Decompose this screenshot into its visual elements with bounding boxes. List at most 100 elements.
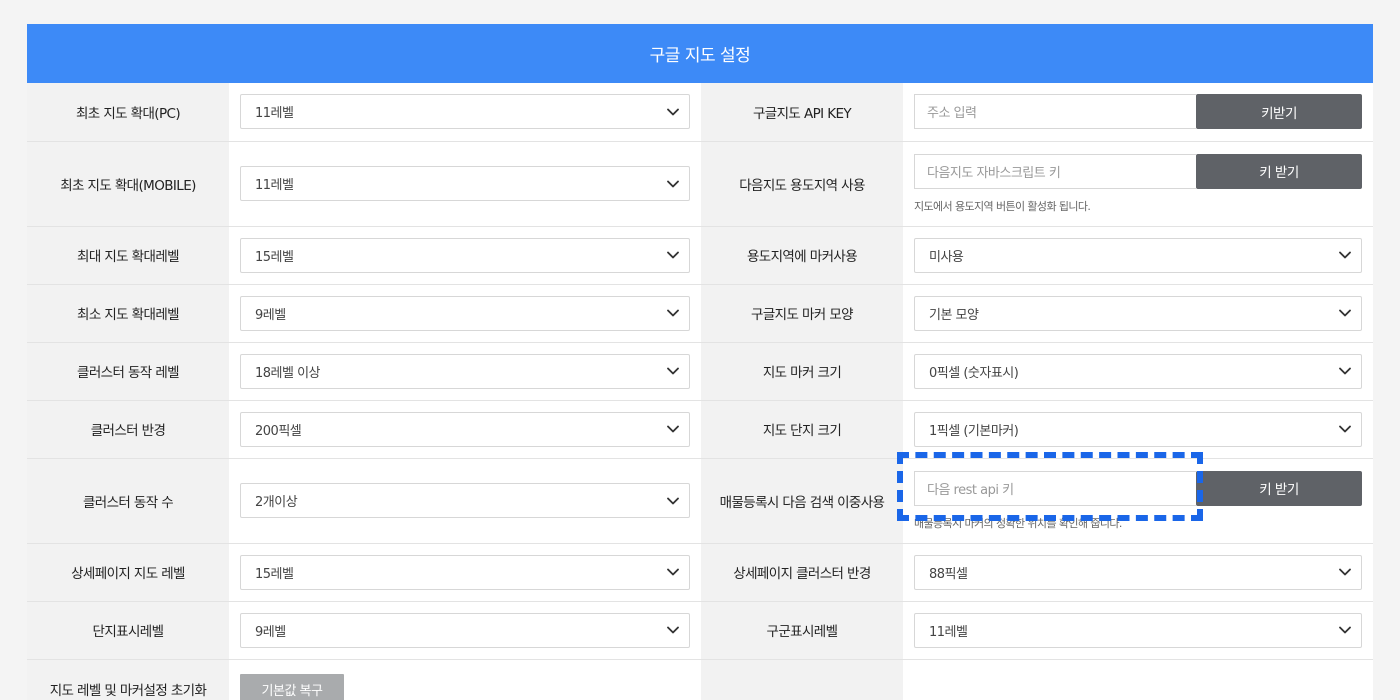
settings-row: 단지표시레벨 9레벨 구군표시레벨 11레벨 bbox=[27, 601, 1373, 660]
select-value: 9레벨 bbox=[255, 624, 286, 640]
settings-row: 최대 지도 확대레벨 15레벨 용도지역에 마커사용 미사용 bbox=[27, 226, 1373, 285]
chevron-down-icon bbox=[667, 425, 679, 433]
row-3-left-label: 최대 지도 확대레벨 bbox=[27, 226, 229, 285]
settings-row: 최소 지도 확대레벨 9레벨 구글지도 마커 모양 기본 모양 bbox=[27, 284, 1373, 343]
row-2-right-key-input[interactable]: 다음지도 자바스크립트 키 bbox=[914, 153, 1196, 189]
row-5-right-field: 0픽셀 (숫자표시) bbox=[903, 342, 1373, 401]
row-1-left-select[interactable]: 11레벨 bbox=[240, 94, 690, 130]
settings-row: 지도 레벨 및 마커설정 초기화 기본값 복구 bbox=[27, 659, 1373, 700]
row-8-left-label: 상세페이지 지도 레벨 bbox=[27, 543, 229, 602]
settings-row: 상세페이지 지도 레벨 15레벨 상세페이지 클러스터 반경 88픽셀 bbox=[27, 543, 1373, 602]
row-5-left-label: 클러스터 동작 레벨 bbox=[27, 342, 229, 401]
row-9-left-label: 단지표시레벨 bbox=[27, 601, 229, 660]
select-value: 11레벨 bbox=[255, 106, 294, 122]
chevron-down-icon bbox=[1339, 367, 1351, 375]
row-1-left-field: 11레벨 bbox=[229, 83, 701, 142]
row-2-right-field: 다음지도 자바스크립트 키키 받기지도에서 용도지역 버튼이 활성화 됩니다. bbox=[903, 141, 1373, 227]
row-3-right-field: 미사용 bbox=[903, 226, 1373, 285]
row-9-right-select[interactable]: 11레벨 bbox=[914, 612, 1362, 648]
select-value: 2개이상 bbox=[255, 495, 298, 510]
row-3-right-label: 용도지역에 마커사용 bbox=[701, 226, 903, 285]
row-7-right-field: 다음 rest api 키키 받기매물등록시 마커의 정확한 위치를 확인해 줍… bbox=[903, 458, 1373, 544]
row-4-right-field: 기본 모양 bbox=[903, 284, 1373, 343]
row-2-left-select[interactable]: 11레벨 bbox=[240, 166, 690, 201]
chevron-down-icon bbox=[1339, 626, 1351, 634]
settings-row: 클러스터 동작 레벨 18레벨 이상 지도 마커 크기 0픽셀 (숫자표시) bbox=[27, 342, 1373, 401]
select-value: 11레벨 bbox=[255, 178, 294, 193]
settings-table: 최초 지도 확대(PC) 11레벨 구글지도 API KEY 주소 입력 키받기 최초 지… bbox=[27, 83, 1373, 700]
row-3-left-field: 15레벨 bbox=[229, 226, 701, 285]
select-value: 15레벨 bbox=[255, 249, 294, 265]
row-1-right-label: 구글지도 API KEY bbox=[701, 83, 903, 142]
select-value: 미사용 bbox=[929, 249, 964, 265]
chevron-down-icon bbox=[667, 108, 679, 116]
select-value: 200픽셀 bbox=[255, 423, 302, 439]
settings-row: 최초 지도 확대(MOBILE) 11레벨 다음지도 용도지역 사용 다음지도 자바스… bbox=[27, 141, 1373, 227]
row-2-left-label: 최초 지도 확대(MOBILE) bbox=[27, 141, 229, 227]
row-10-left-label: 지도 레벨 및 마커설정 초기화 bbox=[27, 659, 229, 700]
row-5-left-field: 18레벨 이상 bbox=[229, 342, 701, 401]
select-value: 1픽셀 (기본마커) bbox=[929, 423, 1019, 439]
row-7-right-get-key-button[interactable]: 키 받기 bbox=[1196, 470, 1362, 506]
chevron-down-icon bbox=[667, 251, 679, 259]
select-value: 11레벨 bbox=[929, 624, 968, 640]
select-value: 15레벨 bbox=[255, 566, 294, 582]
chevron-down-icon bbox=[1339, 568, 1351, 576]
select-value: 기본 모양 bbox=[929, 307, 979, 323]
row-4-left-select[interactable]: 9레벨 bbox=[240, 295, 690, 331]
row-7-left-select[interactable]: 2개이상 bbox=[240, 483, 690, 518]
row-6-right-label: 지도 단지 크기 bbox=[701, 400, 903, 459]
row-8-left-select[interactable]: 15레벨 bbox=[240, 554, 690, 590]
select-value: 9레벨 bbox=[255, 307, 286, 323]
row-1-right-get-key-button[interactable]: 키받기 bbox=[1196, 94, 1362, 130]
row-6-right-field: 1픽셀 (기본마커) bbox=[903, 400, 1373, 459]
row-7-right-help-text: 매물등록시 마커의 정확한 위치를 확인해 줍니다. bbox=[914, 516, 1122, 530]
select-value: 0픽셀 (숫자표시) bbox=[929, 365, 1019, 381]
chevron-down-icon bbox=[667, 497, 679, 504]
row-3-left-select[interactable]: 15레벨 bbox=[240, 237, 690, 273]
row-8-left-field: 15레벨 bbox=[229, 543, 701, 602]
row-6-left-label: 클러스터 반경 bbox=[27, 400, 229, 459]
row-9-right-field: 11레벨 bbox=[903, 601, 1373, 660]
row-7-left-field: 2개이상 bbox=[229, 458, 701, 544]
row-4-right-select[interactable]: 기본 모양 bbox=[914, 295, 1362, 331]
settings-row: 클러스터 반경 200픽셀 지도 단지 크기 1픽셀 (기본마커) bbox=[27, 400, 1373, 459]
row-9-left-field: 9레벨 bbox=[229, 601, 701, 660]
google-map-settings-panel: 구글 지도 설정 최초 지도 확대(PC) 11레벨 구글지도 API KEY 주소 … bbox=[27, 24, 1373, 700]
row-9-right-label: 구군표시레벨 bbox=[701, 601, 903, 660]
row-7-right-key-input[interactable]: 다음 rest api 키 bbox=[914, 470, 1196, 506]
row-10-left-field: 기본값 복구 bbox=[229, 659, 701, 700]
row-8-right-select[interactable]: 88픽셀 bbox=[914, 554, 1362, 590]
row-9-left-select[interactable]: 9레벨 bbox=[240, 612, 690, 648]
row-3-right-select[interactable]: 미사용 bbox=[914, 237, 1362, 273]
restore-defaults-button[interactable]: 기본값 복구 bbox=[240, 674, 344, 700]
chevron-down-icon bbox=[1339, 425, 1351, 433]
row-4-right-label: 구글지도 마커 모양 bbox=[701, 284, 903, 343]
row-5-right-label: 지도 마커 크기 bbox=[701, 342, 903, 401]
row-6-left-select[interactable]: 200픽셀 bbox=[240, 411, 690, 447]
row-2-right-get-key-button[interactable]: 키 받기 bbox=[1196, 153, 1362, 189]
row-7-left-label: 클러스터 동작 수 bbox=[27, 458, 229, 544]
row-6-left-field: 200픽셀 bbox=[229, 400, 701, 459]
select-value: 18레벨 이상 bbox=[255, 365, 321, 381]
panel-title: 구글 지도 설정 bbox=[27, 24, 1373, 83]
row-5-left-select[interactable]: 18레벨 이상 bbox=[240, 353, 690, 389]
select-value: 88픽셀 bbox=[929, 566, 968, 582]
settings-row: 최초 지도 확대(PC) 11레벨 구글지도 API KEY 주소 입력 키받기 bbox=[27, 83, 1373, 142]
row-1-left-label: 최초 지도 확대(PC) bbox=[27, 83, 229, 142]
chevron-down-icon bbox=[667, 568, 679, 576]
chevron-down-icon bbox=[1339, 251, 1351, 259]
row-7-right-key-group: 다음 rest api 키키 받기 bbox=[914, 470, 1362, 506]
chevron-down-icon bbox=[667, 309, 679, 317]
row-2-left-field: 11레벨 bbox=[229, 141, 701, 227]
row-8-right-label: 상세페이지 클러스터 반경 bbox=[701, 543, 903, 602]
row-2-right-key-group: 다음지도 자바스크립트 키키 받기 bbox=[914, 153, 1362, 189]
chevron-down-icon bbox=[667, 180, 679, 187]
row-1-right-key-input[interactable]: 주소 입력 bbox=[914, 94, 1196, 130]
row-6-right-select[interactable]: 1픽셀 (기본마커) bbox=[914, 411, 1362, 447]
row-8-right-field: 88픽셀 bbox=[903, 543, 1373, 602]
chevron-down-icon bbox=[1339, 309, 1351, 317]
row-2-right-help-text: 지도에서 용도지역 버튼이 활성화 됩니다. bbox=[914, 199, 1091, 213]
settings-row: 클러스터 동작 수 2개이상 매물등록시 다음 검색 이중사용 다음 rest api… bbox=[27, 458, 1373, 544]
row-5-right-select[interactable]: 0픽셀 (숫자표시) bbox=[914, 353, 1362, 389]
